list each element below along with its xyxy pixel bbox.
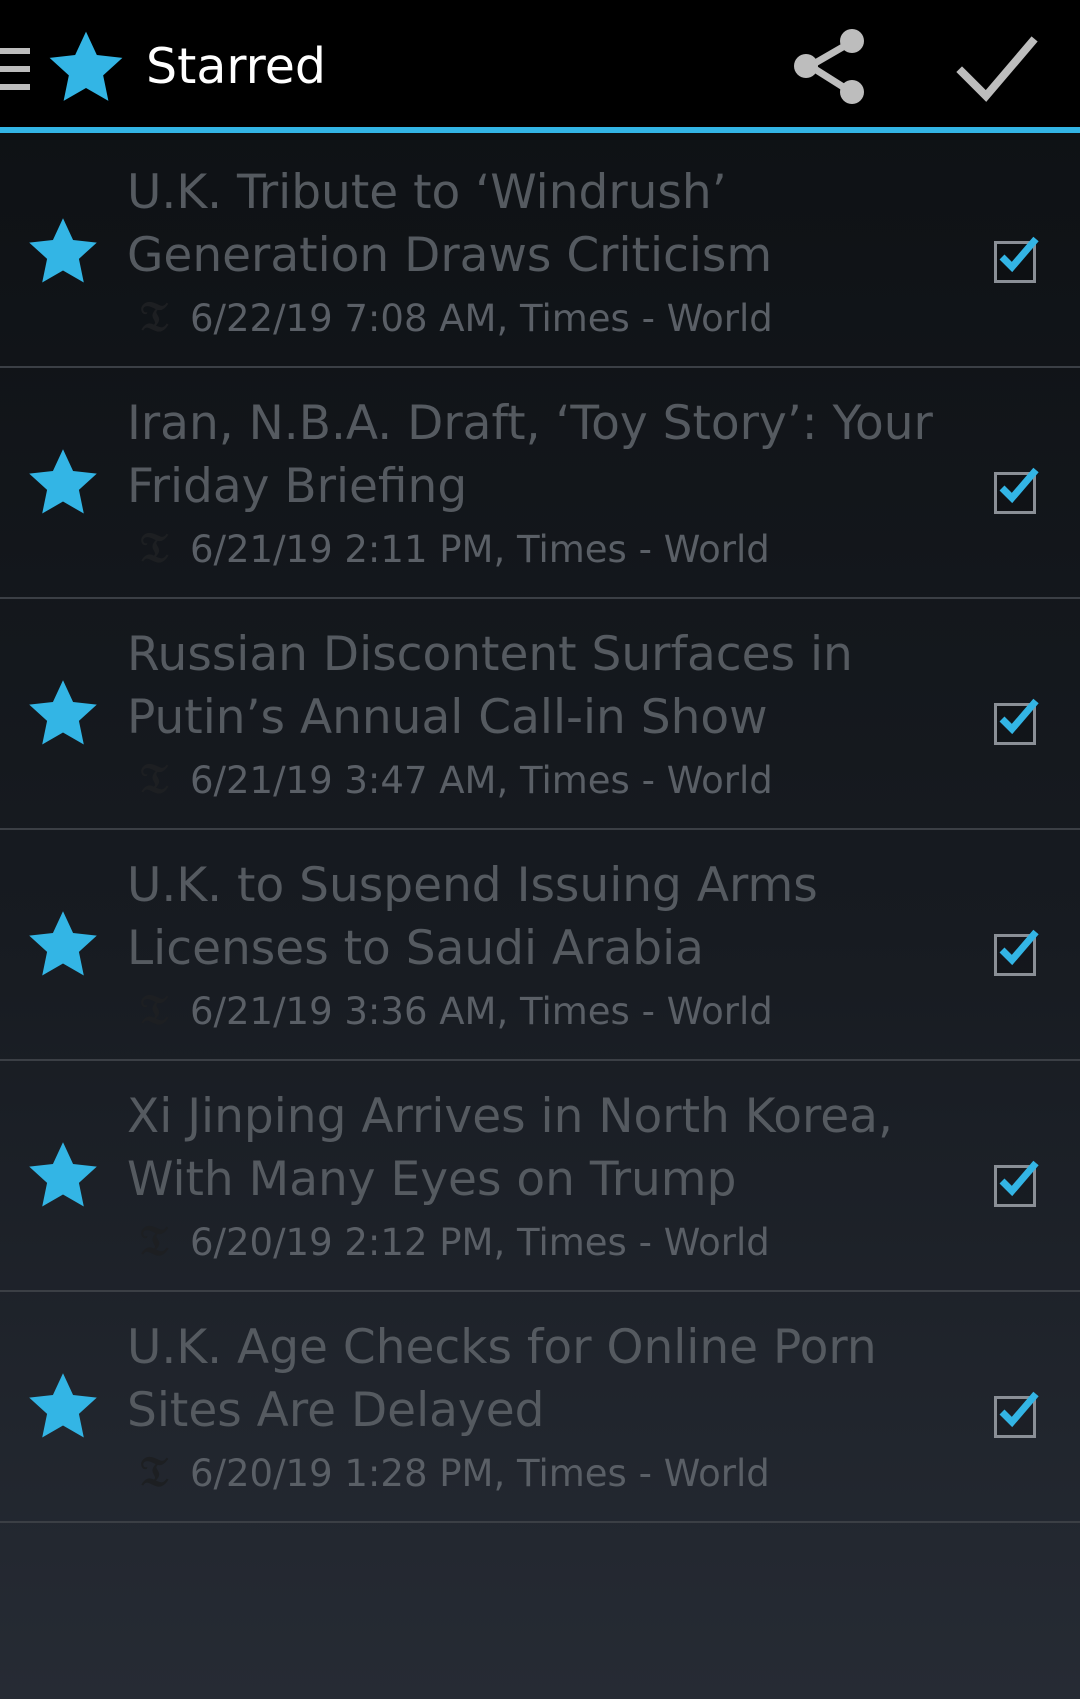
star-icon[interactable]	[24, 675, 102, 753]
article-checkbox[interactable]	[992, 1384, 1042, 1438]
share-icon[interactable]	[786, 22, 874, 110]
checkmark-icon	[999, 236, 1039, 273]
article-headline: U.K. Age Checks for Online Porn Sites Ar…	[127, 1320, 877, 1438]
checkmark-icon	[999, 1160, 1039, 1197]
article-checkbox[interactable]	[992, 460, 1042, 514]
checkmark-icon	[999, 467, 1039, 504]
article-meta: 6/22/19 7:08 AM, Times - World	[190, 297, 773, 340]
nyt-logo-icon: 𝔗	[140, 1447, 168, 1496]
list-item[interactable]: U.K. Age Checks for Online Porn Sites Ar…	[0, 1292, 1080, 1523]
article-meta: 6/21/19 2:11 PM, Times - World	[190, 528, 770, 571]
star-icon[interactable]	[44, 26, 128, 110]
article-meta: 6/21/19 3:36 AM, Times - World	[190, 990, 773, 1033]
article-meta: 6/21/19 3:47 AM, Times - World	[190, 759, 773, 802]
article-headline: Iran, N.B.A. Draft, ‘Toy Story’: Your Fr…	[127, 396, 933, 514]
checkmark-icon	[999, 1391, 1039, 1428]
article-checkbox[interactable]	[992, 922, 1042, 976]
article-meta: 6/20/19 2:12 PM, Times - World	[190, 1221, 770, 1264]
list-item[interactable]: U.K. to Suspend Issuing Arms Licenses to…	[0, 830, 1080, 1061]
article-headline: Russian Discontent Surfaces in Putin’s A…	[127, 627, 853, 745]
action-bar: Starred	[0, 0, 1080, 133]
star-icon[interactable]	[24, 1368, 102, 1446]
article-list: U.K. Tribute to ‘Windrush’ Generation Dr…	[0, 137, 1080, 1523]
article-checkbox[interactable]	[992, 691, 1042, 745]
checkmark-icon	[999, 698, 1039, 735]
star-icon[interactable]	[24, 906, 102, 984]
nyt-logo-icon: 𝔗	[140, 985, 168, 1034]
page-title: Starred	[146, 38, 326, 95]
nyt-logo-icon: 𝔗	[140, 292, 168, 341]
nyt-logo-icon: 𝔗	[140, 523, 168, 572]
star-icon[interactable]	[24, 213, 102, 291]
nyt-logo-icon: 𝔗	[140, 754, 168, 803]
list-item[interactable]: U.K. Tribute to ‘Windrush’ Generation Dr…	[0, 137, 1080, 368]
checkmark-icon[interactable]	[952, 22, 1052, 110]
list-item[interactable]: Iran, N.B.A. Draft, ‘Toy Story’: Your Fr…	[0, 368, 1080, 599]
list-item[interactable]: Russian Discontent Surfaces in Putin’s A…	[0, 599, 1080, 830]
star-icon[interactable]	[24, 1137, 102, 1215]
article-headline: U.K. to Suspend Issuing Arms Licenses to…	[127, 858, 818, 976]
checkmark-icon	[999, 929, 1039, 966]
list-item[interactable]: Xi Jinping Arrives in North Korea, With …	[0, 1061, 1080, 1292]
article-checkbox[interactable]	[992, 1153, 1042, 1207]
nyt-logo-icon: 𝔗	[140, 1216, 168, 1265]
star-icon[interactable]	[24, 444, 102, 522]
menu-icon[interactable]	[0, 48, 30, 90]
article-headline: Xi Jinping Arrives in North Korea, With …	[127, 1089, 893, 1207]
article-meta: 6/20/19 1:28 PM, Times - World	[190, 1452, 770, 1495]
article-headline: U.K. Tribute to ‘Windrush’ Generation Dr…	[127, 165, 773, 283]
article-checkbox[interactable]	[992, 229, 1042, 283]
